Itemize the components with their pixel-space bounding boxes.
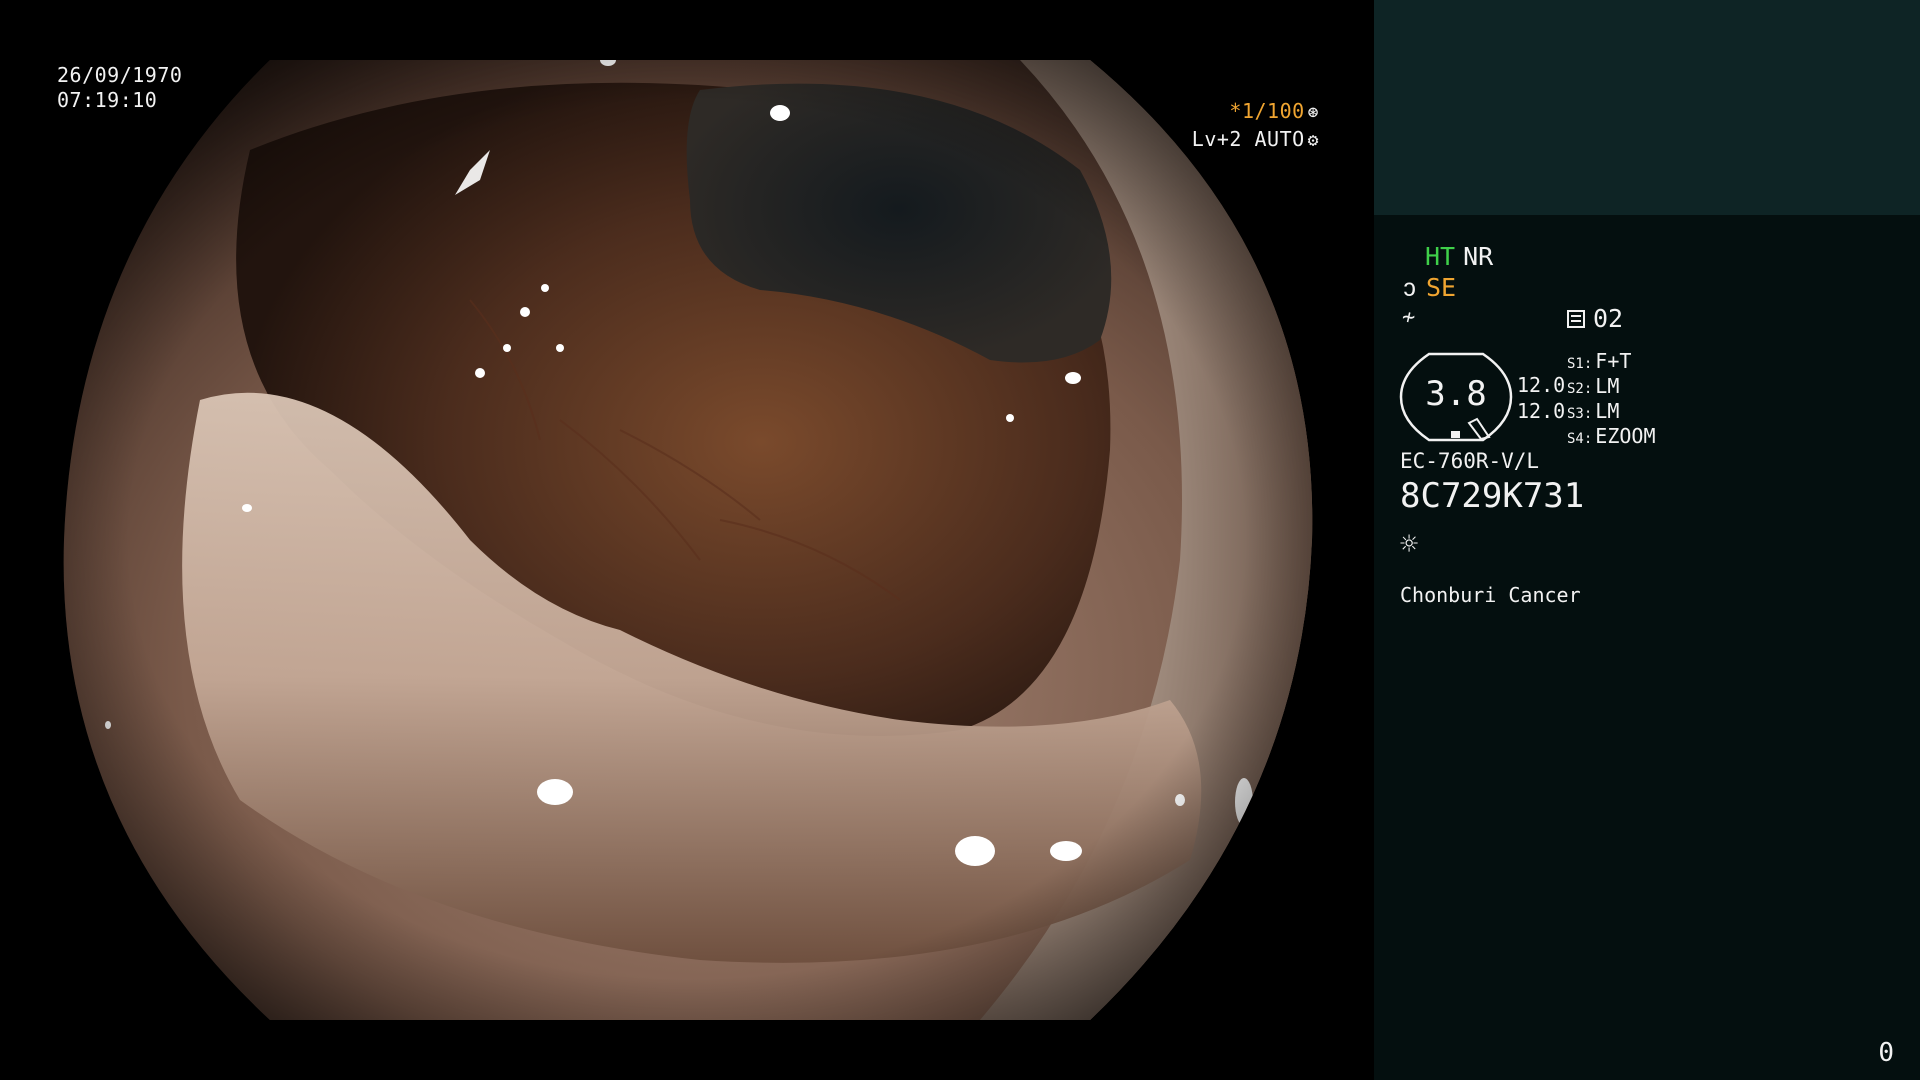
gauge-needle-icon	[1467, 417, 1491, 441]
info-panel: HT NR ↄ SE ≁ 02 3.8 12.0 12.0 S1: F+T S2: LM…	[1374, 0, 1920, 1080]
aperture-icon: ⊛	[1307, 102, 1319, 123]
time-text: 07:19:10	[57, 88, 158, 112]
colon-lumen-image	[63, 60, 1313, 1020]
endoscopy-monitor: 26/09/1970 07:19:10 *1/100 ⊛ Lv+2 AUTO ⚙ H…	[0, 0, 1920, 1080]
datetime-readout: 26/09/1970 07:19:10	[57, 63, 182, 113]
thumbnail-area	[1374, 0, 1920, 215]
hook-icon: ↄ	[1402, 273, 1418, 302]
image-mode-row: HT NR	[1425, 244, 1493, 270]
brightness-level-readout: Lv+2 AUTO ⚙	[1192, 127, 1319, 153]
structure-enhance-value: SE	[1426, 273, 1457, 302]
switch-assignment-4: S4: EZOOM	[1567, 424, 1656, 448]
date-text: 26/09/1970	[57, 63, 183, 87]
level-value: Lv+2 AUTO	[1191, 127, 1305, 151]
ratio-value-1: 12.0	[1517, 373, 1566, 397]
gauge-value: 3.8	[1425, 374, 1487, 414]
structure-enhance-row: ↄ SE	[1402, 275, 1456, 301]
shutter-value: *1/100	[1229, 99, 1305, 123]
gauge-marker	[1451, 431, 1460, 438]
mode-ht: HT	[1425, 242, 1456, 271]
frame-count: 0	[1878, 1038, 1894, 1068]
slash-icon: ≁	[1402, 305, 1416, 330]
scope-serial: 8C729K731	[1400, 476, 1585, 516]
memo-icon	[1567, 310, 1585, 328]
iris-icon: ⚙	[1307, 130, 1319, 151]
mode-nr: NR	[1463, 242, 1494, 271]
memo-number: 02	[1593, 304, 1624, 333]
endoscope-image-view: 26/09/1970 07:19:10 *1/100 ⊛ Lv+2 AUTO ⚙	[0, 0, 1374, 1080]
scope-model: EC-760R-V/L	[1400, 449, 1540, 473]
shutter-readout: *1/100 ⊛	[1229, 99, 1319, 125]
memo-row: 02	[1567, 306, 1623, 332]
sun-icon: ☼	[1400, 527, 1419, 562]
hospital-name: Chonburi Cancer	[1400, 583, 1581, 607]
ratio-value-2: 12.0	[1517, 399, 1566, 423]
